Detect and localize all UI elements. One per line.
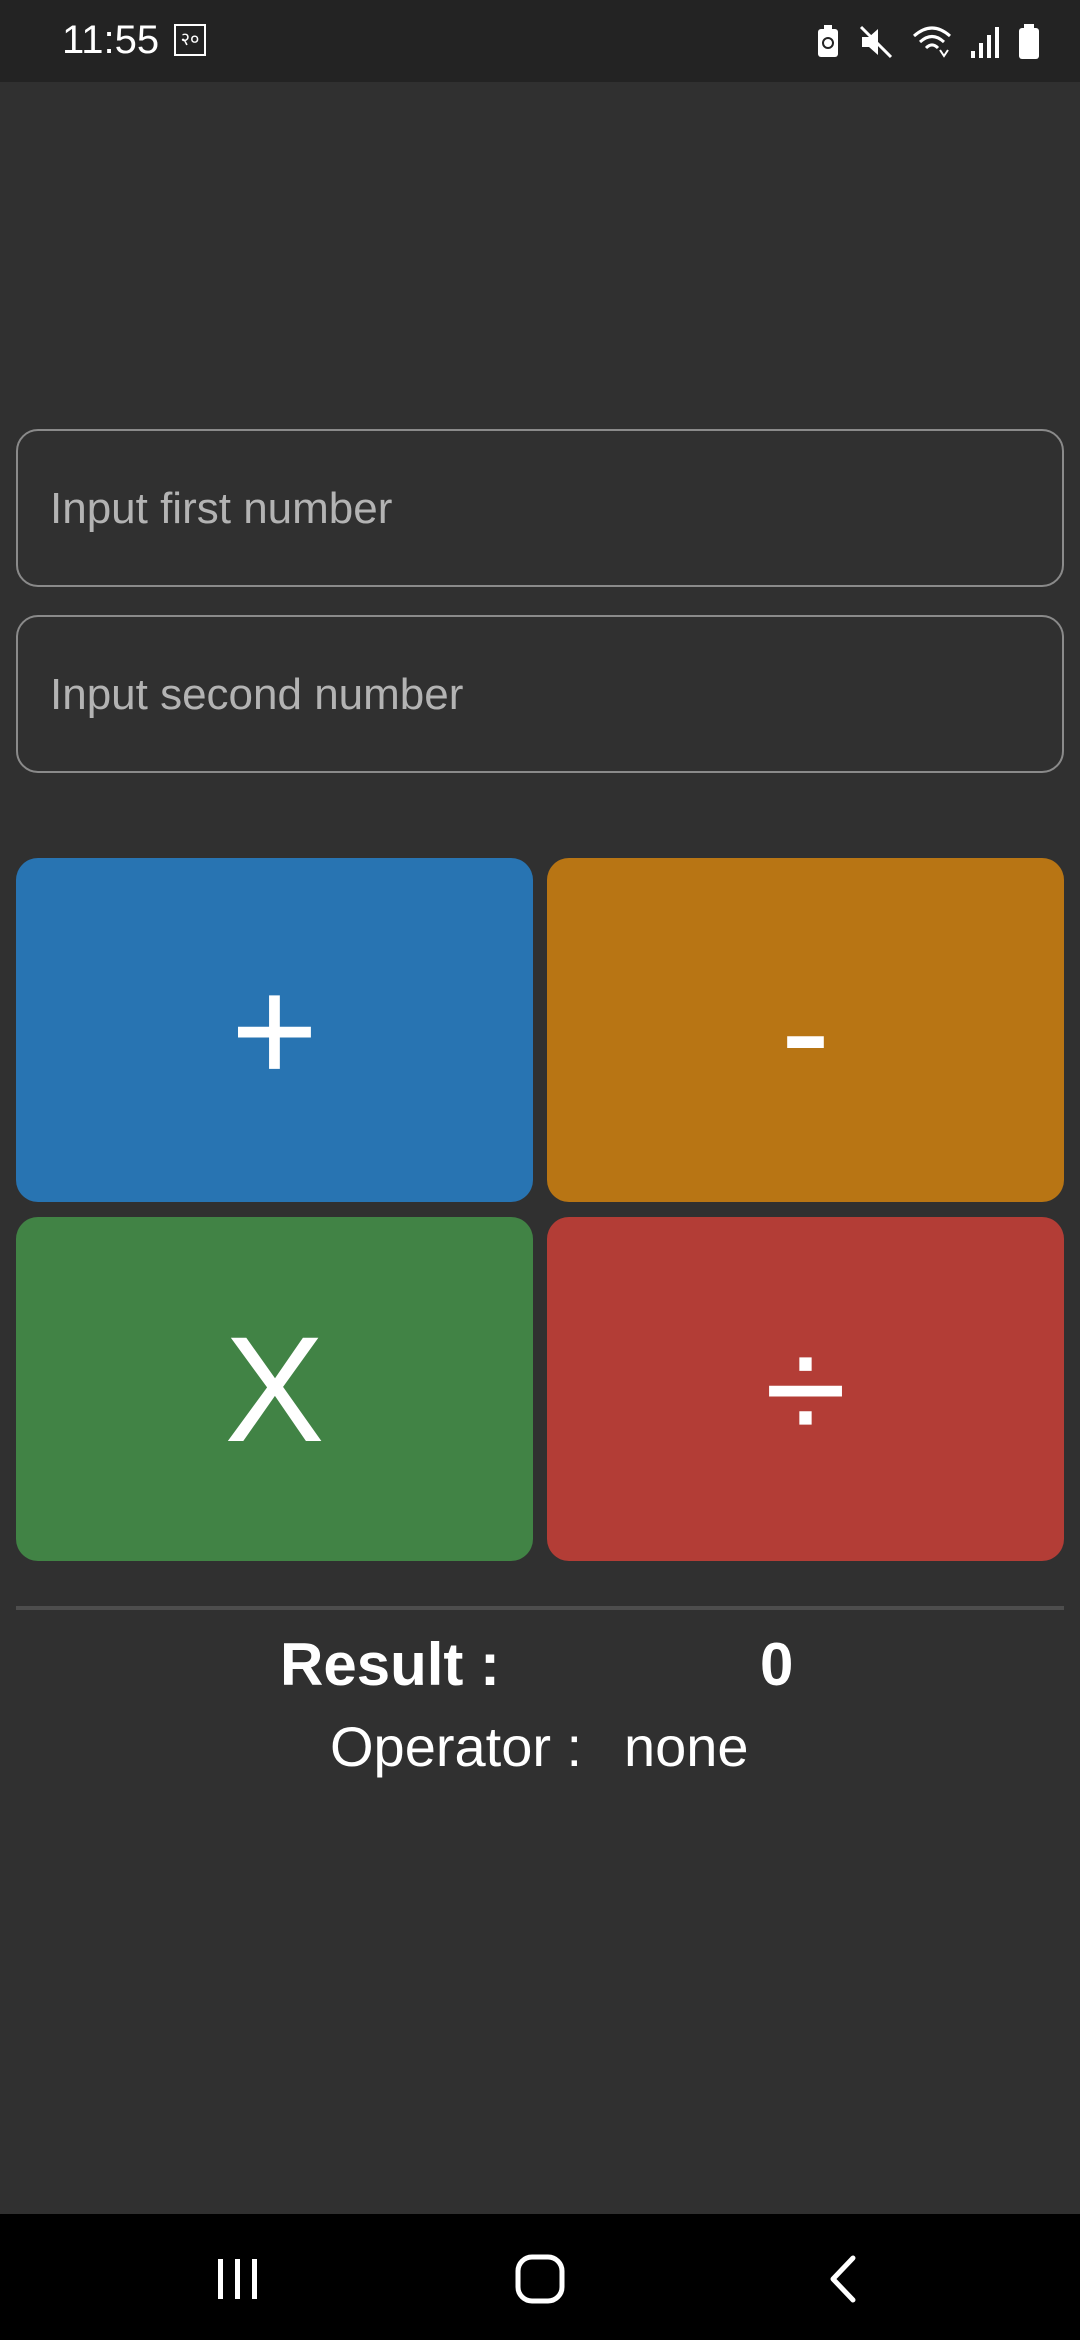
second-number-input[interactable]	[48, 617, 1032, 773]
home-icon[interactable]	[480, 2234, 600, 2324]
status-icons	[816, 20, 1040, 64]
status-bar: 11:55 २०	[0, 0, 1080, 82]
second-number-field[interactable]	[16, 615, 1064, 773]
status-time: 11:55	[62, 18, 160, 62]
divide-button[interactable]: ÷	[547, 1217, 1064, 1561]
notification-badge: २०	[174, 24, 206, 56]
first-number-input[interactable]	[48, 431, 1032, 587]
navigation-bar	[0, 2214, 1080, 2340]
signal-icon	[970, 25, 1000, 59]
multiply-button[interactable]: X	[16, 1217, 533, 1561]
wifi-icon	[912, 24, 952, 60]
result-value: 0	[760, 1631, 794, 1698]
result-label: Result :	[280, 1631, 501, 1698]
operator-value: none	[624, 1715, 749, 1778]
mute-icon	[858, 24, 894, 60]
operator-label: Operator :	[330, 1715, 583, 1778]
first-number-field[interactable]	[16, 429, 1064, 587]
back-icon[interactable]	[782, 2234, 902, 2324]
subtract-button[interactable]: -	[547, 858, 1064, 1202]
add-button[interactable]: +	[16, 858, 533, 1202]
recents-icon[interactable]	[178, 2234, 298, 2324]
calculator-screen: 11:55 २० Input first number Input second…	[0, 0, 1080, 2340]
battery-saver-icon	[816, 25, 840, 59]
battery-icon	[1018, 24, 1040, 60]
divider	[16, 1606, 1064, 1610]
